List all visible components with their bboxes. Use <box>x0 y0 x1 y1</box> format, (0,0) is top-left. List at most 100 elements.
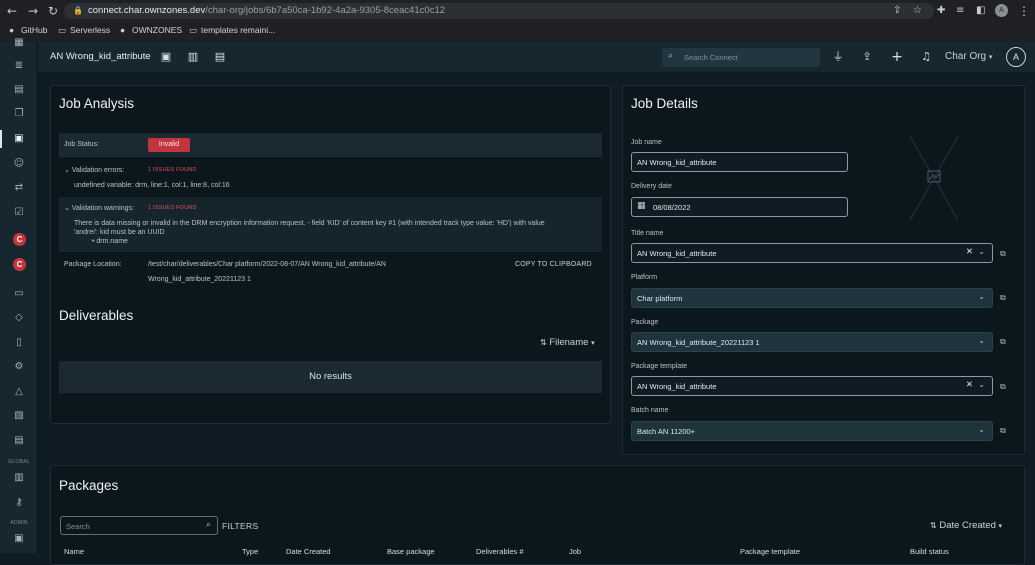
column-header-build-status[interactable]: Build status <box>910 547 949 556</box>
lock-icon: 🔒 <box>73 6 83 15</box>
chevron-down-icon[interactable]: ⌄ <box>978 380 985 389</box>
add-icon[interactable]: + <box>890 50 904 64</box>
library-icon[interactable]: ❐ <box>11 107 27 121</box>
profile-avatar-icon[interactable]: A <box>995 4 1008 17</box>
browser-menu-icon[interactable]: ⋮ <box>1018 3 1030 19</box>
plugin-icon[interactable]: ⏚ <box>831 50 845 64</box>
building-icon[interactable]: ▥ <box>11 471 27 485</box>
browser-chrome: ← → ↻ 🔒 connect.char.ownzones.dev/char-o… <box>0 0 1035 42</box>
delivery-date-field[interactable]: ▦ 08/08/2022 <box>631 197 848 217</box>
package-select[interactable]: AN Wrong_kid_attribute_20221123 1 ⌄ <box>631 332 993 352</box>
bookmark-serverless[interactable]: ▭ Serverless <box>58 23 110 37</box>
column-header-package-template[interactable]: Package template <box>740 547 800 556</box>
chevron-down-icon: ▾ <box>591 340 595 347</box>
bookmark-ownzones[interactable]: ● OWNZONES <box>120 23 182 37</box>
clear-x-icon[interactable]: ✕ <box>966 247 973 257</box>
job-analysis-title: Job Analysis <box>59 96 135 111</box>
admin-icon[interactable]: ▣ <box>11 532 27 546</box>
platform-select[interactable]: Char platform ⌄ <box>631 288 993 308</box>
dashboard-icon[interactable]: ▦ <box>11 36 27 50</box>
org-switcher[interactable]: Char Org ▾ <box>945 51 992 62</box>
column-header-deliverables[interactable]: Deliverables # <box>476 547 524 556</box>
packages-sort[interactable]: ⇅ Date Created ▾ <box>930 520 1002 531</box>
validation-errors-toggle[interactable]: ⌄ Validation errors: <box>64 166 124 174</box>
validation-warnings-toggle[interactable]: ⌄ Validation warnings: <box>64 204 134 212</box>
filters-button[interactable]: FILTERS <box>222 521 258 531</box>
network-icon[interactable]: △ <box>11 385 27 399</box>
error-message: undefined variable: drm, line:1, col:1, … <box>74 182 230 189</box>
batch-name-select[interactable]: Batch AN 11200+ ⌄ <box>631 421 993 441</box>
global-search[interactable]: ⌕ <box>662 48 820 67</box>
user-avatar[interactable]: A <box>1006 47 1026 67</box>
job-details-title: Job Details <box>631 96 698 111</box>
status-badge: Invalid <box>148 138 190 152</box>
media-queue-icon[interactable]: ≡ <box>956 3 964 19</box>
save-icon[interactable]: ▣ <box>159 50 173 64</box>
job-name-value: AN Wrong_kid_attribute <box>637 158 717 167</box>
delete-trash-icon[interactable]: ▥ <box>186 50 200 64</box>
brand-c-icon[interactable]: C <box>13 258 26 271</box>
job-name-field[interactable]: AN Wrong_kid_attribute <box>631 152 848 172</box>
copy-to-clipboard-button[interactable]: COPY TO CLIPBOARD <box>515 261 592 268</box>
chat-icon[interactable]: ▭ <box>11 287 27 301</box>
package-template-value: AN Wrong_kid_attribute <box>637 382 717 391</box>
clipboard-icon[interactable]: ▤ <box>11 434 27 448</box>
column-header-base-package[interactable]: Base package <box>387 547 435 556</box>
bookmark-templates[interactable]: ▭ templates remaini... <box>189 23 275 37</box>
reload-icon[interactable]: ↻ <box>48 3 58 19</box>
packages-search[interactable]: ⌕ <box>60 516 218 535</box>
packages-title: Packages <box>59 478 119 493</box>
open-external-icon[interactable]: ⧉ <box>1000 249 1010 259</box>
column-header-date-created[interactable]: Date Created <box>286 547 331 556</box>
package-template-select[interactable]: AN Wrong_kid_attribute ✕ ⌄ <box>631 376 993 396</box>
upload-icon[interactable]: ⇪ <box>860 50 874 64</box>
tasks-check-icon[interactable]: ☑ <box>11 206 27 220</box>
column-header-type[interactable]: Type <box>242 547 258 556</box>
image-gallery-icon[interactable]: ▧ <box>11 409 27 423</box>
chevron-down-icon[interactable]: ⌄ <box>978 247 985 256</box>
open-external-icon[interactable]: ⧉ <box>1000 382 1010 392</box>
bell-icon[interactable]: ♫ <box>919 50 933 64</box>
github-icon: ● <box>120 25 126 35</box>
deliverables-empty-state: No results <box>59 361 602 393</box>
warning-bullet: • drm.name <box>92 238 128 245</box>
rail-section-global: GLOBAL <box>8 459 30 465</box>
search-icon[interactable]: ⌕ <box>206 519 211 530</box>
batch-name-label: Batch name <box>631 407 669 414</box>
url-path: /char-org/jobs/6b7a50ca-1b92-4a2a-9305-8… <box>205 5 446 16</box>
bookmark-github[interactable]: ● GitHub <box>9 23 47 37</box>
active-nav-indicator <box>0 130 2 148</box>
key-icon[interactable]: ⚷ <box>11 496 27 510</box>
package-template-label: Package template <box>631 363 688 370</box>
calendar-icon[interactable]: ▤ <box>11 83 27 97</box>
column-header-job[interactable]: Job <box>569 547 581 556</box>
bookmark-star-icon[interactable]: ☆ <box>913 3 922 19</box>
address-url[interactable]: connect.char.ownzones.dev/char-org/jobs/… <box>88 3 445 19</box>
brand-c-icon[interactable]: C <box>13 233 26 246</box>
settings-flow-icon[interactable]: ⚙ <box>11 360 27 374</box>
packages-search-input[interactable] <box>66 520 196 532</box>
sidebar-toggle-icon[interactable]: ◧ <box>976 3 985 19</box>
list-icon[interactable]: ≣ <box>11 59 27 73</box>
folder-icon: ▭ <box>58 25 67 35</box>
back-arrow-icon[interactable]: ← <box>7 3 17 19</box>
clear-x-icon[interactable]: ✕ <box>966 380 973 390</box>
tag-icon[interactable]: ◇ <box>11 311 27 325</box>
global-search-input[interactable] <box>684 51 814 64</box>
extensions-icon[interactable]: ✚ <box>937 3 945 19</box>
workflow-icon[interactable]: ⇄ <box>11 181 27 195</box>
comment-icon[interactable]: ▤ <box>213 50 227 64</box>
title-name-label: Title name <box>631 230 664 237</box>
forward-arrow-icon[interactable]: → <box>28 3 38 19</box>
open-external-icon[interactable]: ⧉ <box>1000 337 1010 347</box>
calendar-icon[interactable]: ▦ <box>637 201 646 211</box>
title-name-select[interactable]: AN Wrong_kid_attribute ✕ ⌄ <box>631 243 993 263</box>
document-icon[interactable]: ▯ <box>11 336 27 350</box>
emoji-icon[interactable]: ☺ <box>11 157 27 171</box>
open-external-icon[interactable]: ⧉ <box>1000 426 1010 436</box>
jobs-briefcase-icon[interactable]: ▣ <box>11 132 27 146</box>
share-icon[interactable]: ⇪ <box>893 3 901 19</box>
column-header-name[interactable]: Name <box>64 547 84 556</box>
deliverables-sort[interactable]: ⇅ Filename ▾ <box>540 337 595 348</box>
open-external-icon[interactable]: ⧉ <box>1000 293 1010 303</box>
